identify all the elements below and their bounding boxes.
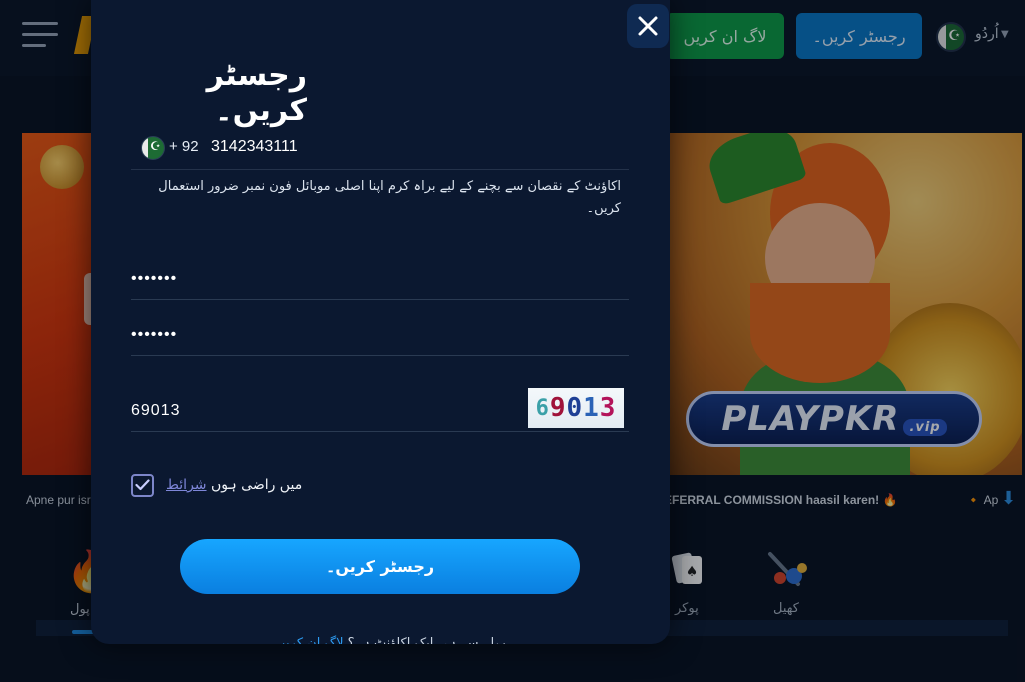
register-modal: رجسٹر کریں۔ + 92 اکاؤنٹ کے نقصان سے بچنے… bbox=[91, 0, 670, 644]
captcha-digit: 6 bbox=[535, 395, 550, 421]
ticker-text-left: Apne pur isr bbox=[26, 493, 91, 507]
download-icon[interactable]: ⬇ bbox=[1001, 488, 1019, 510]
coin-icon bbox=[40, 145, 84, 189]
playpkr-logo-suffix: .vip bbox=[903, 419, 947, 436]
ticker-text-right: EFERRAL COMMISSION haasil karen! 🔥 bbox=[664, 493, 898, 507]
modal-title: رجسٹر کریں۔ bbox=[206, 58, 307, 128]
sports-icon[interactable] bbox=[764, 548, 812, 592]
leprechaun-beard-graphic bbox=[750, 283, 890, 383]
captcha-digit: 9 bbox=[549, 393, 567, 423]
category-label-popular[interactable]: پول bbox=[70, 602, 90, 617]
playing-cards-icon[interactable]: ♠ bbox=[668, 550, 708, 590]
login-prompt: پہلے سے ہی ایک اکاؤنٹ ہے؟ لاگ ان کریں bbox=[271, 636, 511, 644]
login-prompt-text: پہلے سے ہی ایک اکاؤنٹ ہے؟ bbox=[347, 636, 506, 644]
pakistan-flag-icon[interactable] bbox=[936, 22, 966, 52]
register-submit-button[interactable]: رجسٹر کریں۔ bbox=[180, 539, 580, 594]
close-icon bbox=[638, 16, 658, 36]
chevron-down-icon[interactable]: ▼ bbox=[1001, 29, 1009, 40]
captcha-digit: 3 bbox=[599, 393, 617, 423]
playpkr-logo-text: PLAYPKR bbox=[721, 399, 900, 439]
close-modal-button[interactable] bbox=[627, 4, 669, 48]
language-selector-label[interactable]: اُردُو bbox=[975, 26, 999, 42]
phone-field: + 92 bbox=[131, 126, 629, 170]
register-button[interactable]: رجسٹر کریں۔ bbox=[796, 13, 922, 59]
phone-hint-text: اکاؤنٹ کے نقصان سے بچنے کے لیے براہ کرم … bbox=[158, 179, 621, 216]
terms-agree-text: میں راضی ہوں bbox=[210, 477, 303, 493]
login-link[interactable]: لاگ ان کریں bbox=[276, 636, 343, 644]
password-field bbox=[131, 256, 629, 300]
terms-link[interactable]: شرائط bbox=[166, 477, 207, 493]
captcha-field: 6 9 0 1 3 bbox=[131, 388, 629, 432]
checkmark-icon bbox=[135, 479, 150, 491]
captcha-digit: 1 bbox=[583, 393, 600, 423]
captcha-input[interactable] bbox=[131, 396, 511, 426]
captcha-digit: 0 bbox=[566, 393, 584, 423]
playpkr-logo: PLAYPKR .vip bbox=[686, 391, 982, 447]
category-label-sports[interactable]: کھیل bbox=[773, 601, 799, 616]
promo-banner-right[interactable]: PLAYPKR .vip bbox=[670, 133, 1022, 475]
svg-text:♠: ♠ bbox=[686, 564, 699, 580]
confirm-password-input[interactable] bbox=[131, 320, 511, 350]
terms-label: میں راضی ہوں شرائط bbox=[166, 477, 302, 493]
pakistan-flag-icon[interactable] bbox=[141, 136, 165, 160]
ticker-text-right-2: 🔸 Ap bbox=[966, 493, 999, 507]
phone-input[interactable] bbox=[211, 132, 621, 162]
password-input[interactable] bbox=[131, 264, 511, 294]
category-label-poker[interactable]: پوکر bbox=[675, 601, 699, 616]
terms-agreement-row: میں راضی ہوں شرائط bbox=[131, 473, 302, 497]
login-button[interactable]: لاگ ان کریں bbox=[666, 13, 784, 59]
captcha-image[interactable]: 6 9 0 1 3 bbox=[528, 388, 624, 428]
hamburger-menu-icon[interactable] bbox=[22, 22, 58, 50]
confirm-password-field bbox=[131, 312, 629, 356]
country-code[interactable]: + 92 bbox=[169, 138, 199, 155]
terms-checkbox[interactable] bbox=[131, 473, 154, 497]
